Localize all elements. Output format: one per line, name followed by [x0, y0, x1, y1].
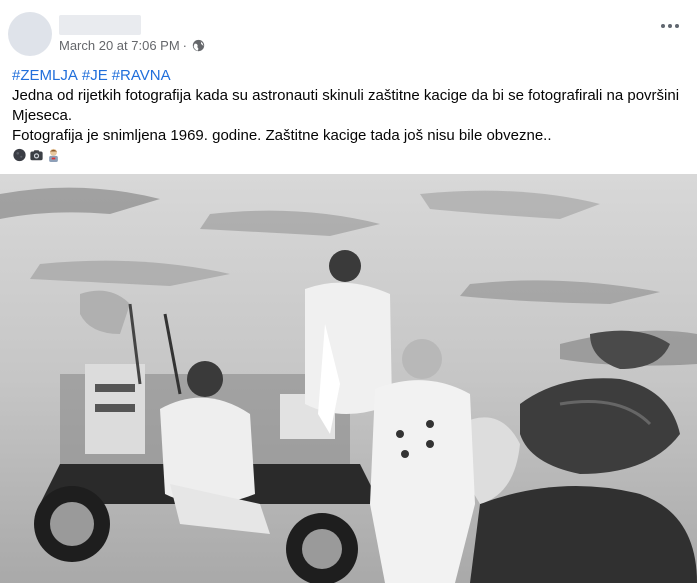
- hashtag-je[interactable]: #JE: [82, 67, 108, 84]
- text-line-2: Mjeseca.: [12, 107, 73, 124]
- more-options-icon[interactable]: [661, 24, 679, 28]
- meta-separator: ·: [182, 38, 188, 53]
- hashtag-line: #ZEMLJA #JE #RAVNA: [12, 66, 687, 86]
- emoji-row: [12, 148, 687, 162]
- moon-icon: [13, 148, 26, 162]
- camera-icon: [30, 150, 43, 161]
- author-name-redacted[interactable]: [59, 15, 141, 35]
- post-timestamp[interactable]: March 20 at 7:06 PM: [59, 38, 180, 53]
- astronauts-moon-photo: [0, 174, 697, 583]
- post-meta: March 20 at 7:06 PM ·: [59, 38, 205, 53]
- hashtag-ravna[interactable]: #RAVNA: [112, 67, 171, 84]
- post-photo[interactable]: [0, 174, 697, 583]
- hashtag-zemlja[interactable]: #ZEMLJA: [12, 67, 78, 84]
- text-line-1: Jedna od rijetkih fotografija kada su as…: [12, 87, 680, 104]
- post-card: March 20 at 7:06 PM · #ZEMLJA #JE #RAVNA J…: [0, 0, 697, 583]
- astronaut-icon: [49, 148, 58, 162]
- post-text: #ZEMLJA #JE #RAVNA Jedna od rijetkih fotog…: [12, 66, 687, 162]
- text-line-3: Fotografija je snimljena 1969. godine. Z…: [12, 127, 552, 144]
- avatar[interactable]: [8, 12, 52, 56]
- globe-icon[interactable]: [192, 39, 205, 52]
